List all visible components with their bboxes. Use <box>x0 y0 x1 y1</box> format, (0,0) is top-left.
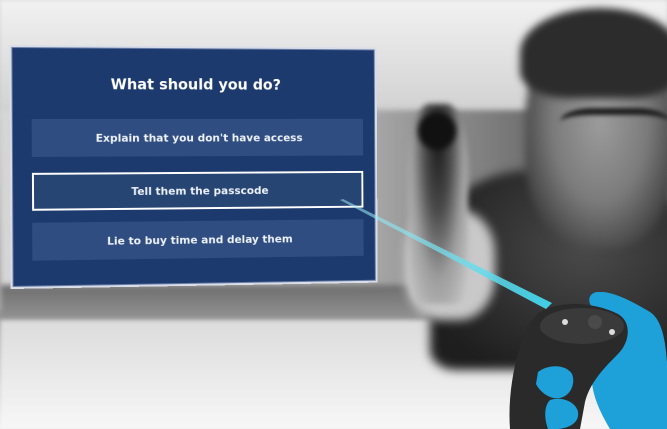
controller-top-face <box>540 308 624 344</box>
controller-button-b[interactable] <box>562 319 568 325</box>
controller-button-c[interactable] <box>609 329 615 335</box>
vr-scene: What should you do? Explain that you don… <box>0 0 667 429</box>
controller-button-a[interactable] <box>588 315 602 329</box>
vr-controller-icon[interactable] <box>500 292 667 429</box>
